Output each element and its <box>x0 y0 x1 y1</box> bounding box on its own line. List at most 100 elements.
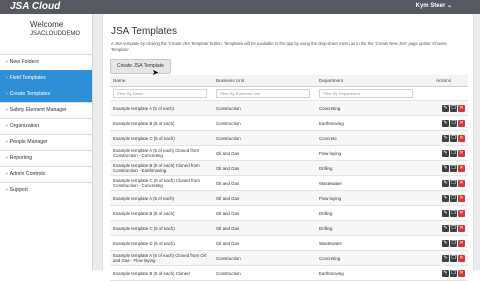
copy-icon[interactable]: ❐ <box>450 194 457 202</box>
copy-icon[interactable]: ❐ <box>450 239 457 247</box>
cell-business-unit: Construction <box>213 100 316 116</box>
delete-icon[interactable]: ✕ <box>458 224 465 232</box>
filter-department-input[interactable]: Filter By Department <box>319 89 414 98</box>
delete-icon[interactable]: ✕ <box>458 179 465 187</box>
edit-icon[interactable]: ✎ <box>442 164 449 172</box>
edit-icon[interactable]: ✎ <box>442 104 449 112</box>
copy-icon[interactable]: ❐ <box>450 149 457 157</box>
delete-icon[interactable]: ✕ <box>458 164 465 172</box>
cell-template-name: Example template A (5 of each) Cloned fr… <box>110 250 213 266</box>
cell-department: Concreting <box>316 250 419 266</box>
sidebar-item-create-templates[interactable]: › Create Templates <box>0 86 92 102</box>
delete-icon[interactable]: ✕ <box>458 134 465 142</box>
chevron-right-icon: › <box>6 171 8 177</box>
delete-icon[interactable]: ✕ <box>458 194 465 202</box>
cell-template-name: Example template B (5 of each) Cloned <box>110 265 213 281</box>
sidebar-item-organization[interactable]: › Organization <box>0 118 92 134</box>
edit-icon[interactable]: ✎ <box>442 119 449 127</box>
sidebar-item-safety-element-manager[interactable]: › Safety Element Manager <box>0 102 92 118</box>
cell-business-unit: Construction <box>213 265 316 281</box>
main-area: JSA Templates A JSA template by clicking… <box>93 14 480 281</box>
filter-row: Filter By Name Filter By Business Unit F… <box>110 86 468 101</box>
sidebar-item-reporting[interactable]: › Reporting <box>0 150 92 166</box>
filter-name-input[interactable]: Filter By Name <box>113 89 208 98</box>
delete-icon[interactable]: ✕ <box>458 239 465 247</box>
cell-template-name: Example template B (5 of each) <box>110 205 213 221</box>
sidebar-item-new-folders[interactable]: › New Folders <box>0 54 92 70</box>
copy-icon[interactable]: ❐ <box>450 254 457 262</box>
cell-template-name: Example template A (5 of each) Cloned fr… <box>110 145 213 161</box>
column-header-name[interactable]: Name <box>110 75 213 87</box>
table-row: Example template A (5 of each) Oil and Ga… <box>110 190 468 206</box>
edit-icon[interactable]: ✎ <box>442 254 449 262</box>
sidebar-item-label: Admin Controls <box>9 171 46 177</box>
table-row: Example template A (5 of each) Cloned fr… <box>110 250 468 266</box>
chevron-right-icon: › <box>6 187 8 193</box>
cell-department: Earthmoving <box>316 265 419 281</box>
table-row: Example template C (5 of each) Constructi… <box>110 130 468 146</box>
column-header-actions: Actions <box>419 75 468 87</box>
copy-icon[interactable]: ❐ <box>450 209 457 217</box>
edit-icon[interactable]: ✎ <box>442 224 449 232</box>
copy-icon[interactable]: ❐ <box>450 119 457 127</box>
chevron-right-icon: › <box>6 75 8 81</box>
copy-icon[interactable]: ❐ <box>450 134 457 142</box>
row-actions: ✎ ❐ ✕ <box>419 235 468 251</box>
page-description: A JSA template by clicking the 'Create J… <box>111 41 447 52</box>
edit-icon[interactable]: ✎ <box>442 149 449 157</box>
content-panel: JSA Templates A JSA template by clicking… <box>102 14 474 281</box>
cell-department: Concrete <box>316 130 419 146</box>
delete-icon[interactable]: ✕ <box>458 254 465 262</box>
delete-icon[interactable]: ✕ <box>458 104 465 112</box>
delete-icon[interactable]: ✕ <box>458 149 465 157</box>
cell-department: Wastewater <box>316 235 419 251</box>
app-logo[interactable]: JSA Cloud <box>10 1 60 12</box>
column-header-department[interactable]: Department <box>316 75 419 87</box>
copy-icon[interactable]: ❐ <box>450 164 457 172</box>
copy-icon[interactable]: ❐ <box>450 104 457 112</box>
cell-business-unit: Oil and Gas <box>213 190 316 206</box>
row-actions: ✎ ❐ ✕ <box>419 250 468 266</box>
edit-icon[interactable]: ✎ <box>442 239 449 247</box>
copy-icon[interactable]: ❐ <box>450 269 457 277</box>
create-template-button[interactable]: Create JSA Template <box>110 59 171 74</box>
edit-icon[interactable]: ✎ <box>442 209 449 217</box>
cell-department: Flow laying <box>316 145 419 161</box>
sidebar-item-people-manager[interactable]: › People Manager <box>0 134 92 150</box>
cell-business-unit: Oil and Gas <box>213 160 316 176</box>
delete-icon[interactable]: ✕ <box>458 119 465 127</box>
sidebar-item-label: Create Templates <box>9 91 51 97</box>
copy-icon[interactable]: ❐ <box>450 179 457 187</box>
delete-icon[interactable]: ✕ <box>458 209 465 217</box>
filter-business-unit-input[interactable]: Filter By Business Unit <box>216 89 311 98</box>
sidebar-item-admin-controls[interactable]: › Admin Controls <box>0 166 92 182</box>
cell-business-unit: Construction <box>213 130 316 146</box>
templates-table: Name Business Unit Department Actions Fi… <box>110 75 468 281</box>
cell-department: Drilling <box>316 205 419 221</box>
row-actions: ✎ ❐ ✕ <box>419 205 468 221</box>
chevron-right-icon: › <box>6 107 8 113</box>
edit-icon[interactable]: ✎ <box>442 269 449 277</box>
chevron-right-icon: › <box>6 91 8 97</box>
delete-icon[interactable]: ✕ <box>458 269 465 277</box>
table-row: Example template D (5 of each) Oil and Ga… <box>110 235 468 251</box>
table-row: Example template C (5 of each) Oil and Ga… <box>110 220 468 236</box>
cell-template-name: Example template D (5 of each) <box>110 235 213 251</box>
user-menu[interactable]: Kym Steer ⌄ <box>416 2 452 9</box>
sidebar-item-label: Support <box>9 187 28 193</box>
column-header-business-unit[interactable]: Business Unit <box>213 75 316 87</box>
sidebar-item-support[interactable]: › Support <box>0 182 92 198</box>
cell-template-name: Example template A (5 of each) <box>110 100 213 116</box>
sidebar-item-field-templates[interactable]: › Field Templates <box>0 70 92 86</box>
table-header-row: Name Business Unit Department Actions <box>110 75 468 87</box>
cell-business-unit: Oil and Gas <box>213 175 316 191</box>
sidebar-nav: › New Folders › Field Templates › Create Te… <box>0 54 92 198</box>
edit-icon[interactable]: ✎ <box>442 179 449 187</box>
table-row: Example template B (5 of each) Oil and Ga… <box>110 205 468 221</box>
row-actions: ✎ ❐ ✕ <box>419 175 468 191</box>
cell-department: Concreting <box>316 100 419 116</box>
edit-icon[interactable]: ✎ <box>442 194 449 202</box>
copy-icon[interactable]: ❐ <box>450 224 457 232</box>
table-row: Example template B (5 of each) Constructi… <box>110 115 468 131</box>
edit-icon[interactable]: ✎ <box>442 134 449 142</box>
